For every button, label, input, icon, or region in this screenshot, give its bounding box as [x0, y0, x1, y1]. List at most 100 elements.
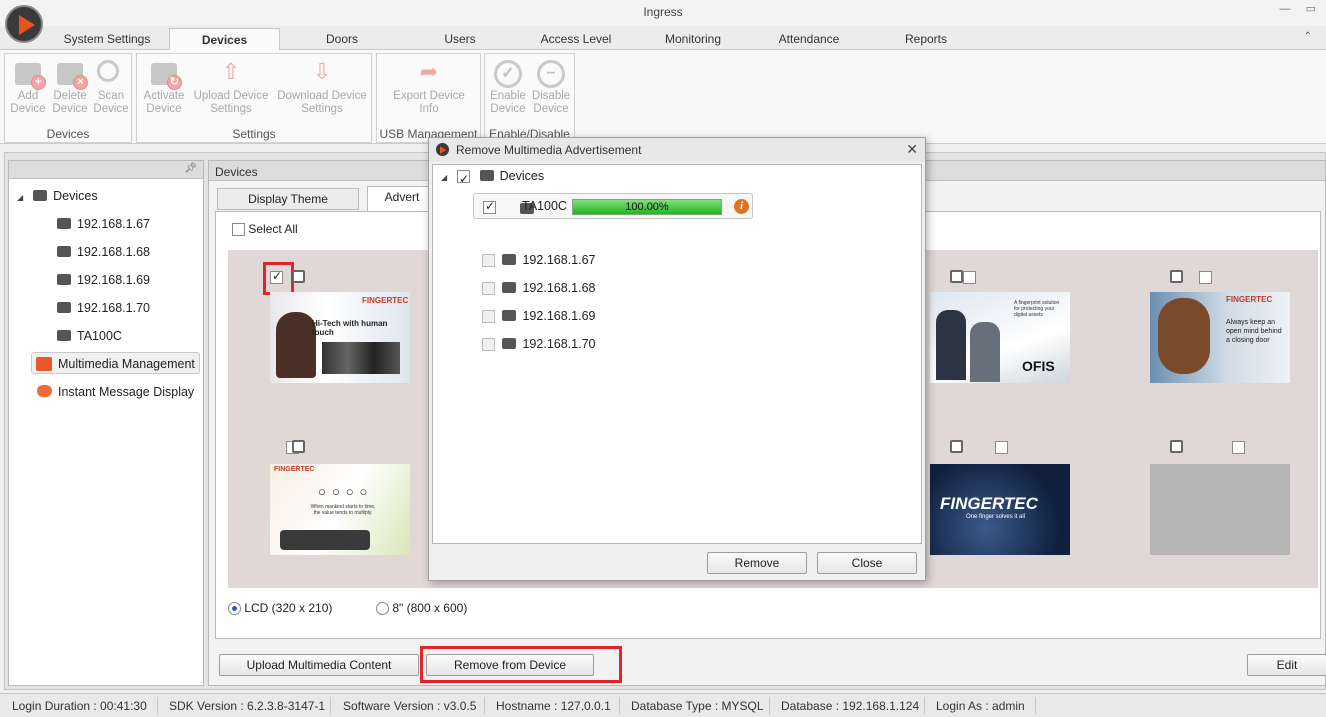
content-panel-title: Devices [215, 165, 258, 179]
save-icon[interactable] [950, 440, 963, 453]
dialog-device-row[interactable]: 192.168.1.69 [482, 305, 595, 327]
tree-item-device[interactable]: 192.168.1.69 [57, 269, 150, 291]
title-bar: Ingress — ▭ [0, 0, 1326, 26]
media-thumbnail[interactable]: FINGERTEC Always keep an open mind behin… [1150, 292, 1290, 383]
hostname: Hostname : 127.0.0.1 [496, 699, 611, 713]
media-thumbnail[interactable]: FINGERTEC Hi-Tech with human touch [270, 292, 410, 383]
radio-lcd[interactable]: LCD (320 x 210) [228, 601, 332, 616]
radio-8-inch[interactable]: 8" (800 x 600) [376, 601, 467, 616]
media-thumbnail[interactable]: A fingerprint solution for protecting yo… [930, 292, 1070, 383]
save-icon[interactable] [950, 270, 963, 283]
tree-item-device[interactable]: 192.168.1.68 [57, 241, 150, 263]
save-icon[interactable] [292, 440, 305, 453]
download-device-settings-button[interactable]: ⇩ Download Device Settings [273, 60, 371, 116]
tab-reports[interactable]: Reports [884, 30, 968, 50]
progress-bar: 100.00% [572, 199, 722, 215]
remove-multimedia-dialog: Remove Multimedia Advertisement ✕ ◢ Devi… [428, 137, 926, 581]
upload-multimedia-button[interactable]: Upload Multimedia Content [219, 654, 419, 676]
media-thumbnail-empty[interactable] [1150, 464, 1290, 555]
ribbon-group-label: Settings [232, 127, 276, 141]
brand-logo: FINGERTEC [940, 494, 1038, 513]
dialog-device-row-selected[interactable]: TA100C 100.00% i [473, 193, 753, 219]
collapse-ribbon-icon[interactable]: ⌃ [1304, 31, 1312, 42]
tree-item-device[interactable]: 192.168.1.67 [57, 213, 150, 235]
expand-arrow-icon[interactable]: ◢ [441, 173, 447, 182]
tree-item-device[interactable]: TA100C [57, 325, 122, 347]
device-icon [57, 330, 71, 342]
dialog-close-button[interactable]: Close [817, 552, 917, 574]
window-controls[interactable]: — ▭ [1280, 2, 1322, 15]
main-tab-bar: System Settings Devices Doors Users Acce… [0, 26, 1326, 51]
media-checkbox[interactable] [962, 271, 976, 285]
device-checkbox[interactable] [482, 254, 495, 268]
dialog-device-row[interactable]: 192.168.1.68 [482, 277, 595, 299]
media-thumbnail[interactable]: FINGERTEC One finger solves it all [930, 464, 1070, 555]
ribbon-group-usb-management: ➦ Export Device Info USB Management [376, 53, 481, 143]
tab-users[interactable]: Users [418, 30, 502, 50]
dialog-remove-button[interactable]: Remove [707, 552, 807, 574]
tab-display-theme[interactable]: Display Theme [217, 188, 359, 210]
brand-label: FINGERTEC [362, 296, 409, 305]
media-checkbox[interactable] [270, 269, 283, 285]
device-icon [479, 170, 494, 182]
brand-label: FINGERTEC [1226, 295, 1273, 304]
dialog-device-row[interactable]: 192.168.1.67 [482, 249, 595, 271]
root-checkbox[interactable] [457, 168, 471, 190]
upload-icon: ⇧ [221, 59, 241, 84]
device-icon [502, 338, 517, 350]
enable-device-button[interactable]: ✓ Enable Device [487, 60, 529, 116]
save-icon[interactable] [1170, 270, 1183, 283]
upload-device-settings-button[interactable]: ⇧ Upload Device Settings [189, 60, 273, 116]
close-icon[interactable]: ✕ [906, 141, 918, 158]
info-icon[interactable]: i [734, 199, 749, 214]
tree-item-instant-message[interactable]: Instant Message Display [37, 381, 194, 403]
save-icon[interactable] [1170, 440, 1183, 453]
ribbon: + Add Device × Delete Device Scan Device De… [0, 50, 1326, 144]
device-checkbox[interactable] [483, 199, 496, 215]
remove-from-device-button[interactable]: Remove from Device [426, 654, 594, 676]
ribbon-group-settings: ↻ Activate Device ⇧ Upload Device Settings… [136, 53, 372, 143]
tab-devices[interactable]: Devices [169, 28, 280, 51]
save-icon[interactable] [292, 270, 305, 283]
device-icon [33, 190, 48, 202]
media-checkbox[interactable] [1231, 441, 1245, 455]
tab-advertisement[interactable]: Advert [367, 186, 437, 212]
add-device-button[interactable]: + Add Device [7, 60, 49, 116]
export-device-info-button[interactable]: ➦ Export Device Info [381, 60, 477, 116]
tree-root-devices[interactable]: ◢ Devices [17, 185, 98, 207]
media-checkbox[interactable] [995, 441, 1009, 455]
activate-device-button[interactable]: ↻ Activate Device [139, 60, 189, 116]
tab-doors[interactable]: Doors [300, 30, 384, 50]
media-thumbnail[interactable]: FINGERTEC ○○○○ When mankind starts to ti… [270, 464, 410, 555]
device-icon [57, 274, 71, 286]
tab-monitoring[interactable]: Monitoring [650, 30, 736, 50]
magnifier-icon [96, 60, 126, 86]
database: Database : 192.168.1.124 [781, 699, 920, 713]
ribbon-group-enable-disable: ✓ Enable Device − Disable Device Enable/Di… [484, 53, 575, 143]
dialog-device-row[interactable]: 192.168.1.70 [482, 333, 595, 355]
scan-device-button[interactable]: Scan Device [91, 60, 131, 116]
tab-access-level[interactable]: Access Level [526, 30, 626, 50]
edit-button[interactable]: Edit [1247, 654, 1326, 676]
tab-attendance[interactable]: Attendance [764, 30, 854, 50]
dialog-tree-root[interactable]: ◢ Devices [441, 165, 544, 190]
disable-device-button[interactable]: − Disable Device [529, 60, 573, 116]
select-all-checkbox[interactable]: Select All [232, 222, 298, 237]
device-checkbox[interactable] [482, 282, 495, 296]
device-icon [502, 254, 517, 266]
device-checkbox[interactable] [482, 310, 495, 324]
tab-system-settings[interactable]: System Settings [48, 30, 166, 50]
app-logo-icon[interactable] [5, 5, 43, 43]
navigation-panel: 📌︎ ◢ Devices 192.168.1.67 192.168.1.68 19… [8, 160, 204, 686]
tree-item-multimedia-management[interactable]: Multimedia Management [31, 352, 200, 374]
media-checkbox[interactable] [1199, 271, 1213, 285]
device-checkbox[interactable] [482, 338, 495, 352]
device-icon [57, 302, 71, 314]
thumbnail-heading: Hi-Tech with human touch [312, 319, 388, 337]
database-type: Database Type : MYSQL [631, 699, 764, 713]
delete-device-button[interactable]: × Delete Device [49, 60, 91, 116]
expand-arrow-icon[interactable]: ◢ [17, 193, 23, 202]
activate-device-icon: ↻ [149, 60, 182, 90]
tree-item-device[interactable]: 192.168.1.70 [57, 297, 150, 319]
pin-icon[interactable]: 📌︎ [184, 163, 197, 174]
